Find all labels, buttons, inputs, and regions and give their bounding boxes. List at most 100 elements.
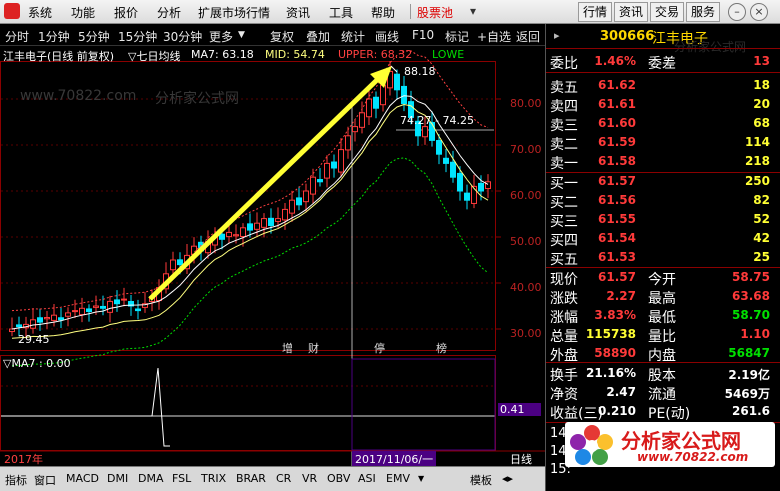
stat-value: 63.68 <box>732 289 770 303</box>
menu-quote[interactable]: 报价 <box>114 4 138 21</box>
stat-value: 58890 <box>594 346 636 360</box>
period-intraday[interactable]: 分时 <box>5 28 29 45</box>
tab-obv[interactable]: OBV <box>327 472 350 485</box>
stat-value: 3.83% <box>594 308 636 322</box>
event-mark-list[interactable]: 榜 <box>436 340 447 356</box>
period-5min[interactable]: 5分钟 <box>78 28 110 45</box>
tab-macd[interactable]: MACD <box>66 472 99 485</box>
menu-function[interactable]: 功能 <box>71 4 95 21</box>
menu-system[interactable]: 系统 <box>28 4 52 21</box>
divider <box>546 72 780 73</box>
candle-body <box>317 179 323 183</box>
service-button[interactable]: 服务 <box>686 2 720 22</box>
candle-body <box>394 73 400 91</box>
minimize-icon[interactable]: – <box>728 3 746 21</box>
menu-analysis[interactable]: 分析 <box>157 4 181 21</box>
tab-brar[interactable]: BRAR <box>236 472 266 485</box>
draw-line-button[interactable]: 画线 <box>375 28 399 45</box>
menu-stock-pool[interactable]: 股票池 <box>417 4 453 21</box>
tab-asi[interactable]: ASI <box>358 472 376 485</box>
back-button[interactable]: 返回 <box>516 28 540 45</box>
tab-template[interactable]: 模板 <box>470 472 492 488</box>
upper-value: UPPER: 68.32 <box>338 48 413 61</box>
bid-volume: 42 <box>753 231 770 245</box>
period-daily-label[interactable]: 日线 <box>510 451 532 467</box>
menu-separator <box>410 4 411 19</box>
ask-label: 卖三 <box>550 118 578 134</box>
stock-pool-dropdown-icon[interactable]: ▾ <box>470 4 476 18</box>
candle-body <box>177 259 183 266</box>
kline-chart[interactable]: 江丰电子(日线 前复权) ▽七日均线 MA7: 63.18 MID: 54.74… <box>0 46 545 467</box>
ask-volume: 68 <box>753 116 770 130</box>
tab-dmi[interactable]: DMI <box>107 472 128 485</box>
ask-price: 61.61 <box>598 97 636 111</box>
tab-trix[interactable]: TRIX <box>201 472 226 485</box>
tab-dma[interactable]: DMA <box>138 472 164 485</box>
restore-rights-button[interactable]: 复权 <box>270 28 294 45</box>
tab-vr[interactable]: VR <box>302 472 317 485</box>
collapse-panel-icon[interactable]: ▸ <box>554 29 560 42</box>
period-15min[interactable]: 15分钟 <box>118 28 157 45</box>
fundamental-value: 21.16% <box>586 366 636 380</box>
indicator-header[interactable]: ▽MA7 : 0.00 <box>3 357 71 370</box>
period-1min[interactable]: 1分钟 <box>38 28 70 45</box>
watermark-text: 分析家公式网 <box>155 91 239 107</box>
more-dropdown-icon[interactable]: ▼ <box>238 30 245 40</box>
lower-value: LOWE <box>432 48 465 61</box>
menu-extended-market[interactable]: 扩展市场行情 <box>198 4 270 21</box>
menu-info[interactable]: 资讯 <box>286 4 310 21</box>
mark-button[interactable]: 标记 <box>445 28 469 45</box>
quote-panel: ▸ 300666 江丰电子 分析家公式网 委比 1.46% 委差 13 卖五 61… <box>545 24 780 491</box>
trade-button[interactable]: 交易 <box>650 2 684 22</box>
candle-body <box>107 300 113 313</box>
candle-body <box>401 85 407 105</box>
statistics-button[interactable]: 统计 <box>341 28 365 45</box>
ask-label: 卖一 <box>550 156 578 172</box>
f10-button[interactable]: F10 <box>412 28 434 42</box>
ask-price: 61.58 <box>598 154 636 168</box>
event-mark-finance[interactable]: 财 <box>308 340 319 356</box>
tabs-scroll-icon[interactable]: ◂▸ <box>502 472 513 485</box>
candle-body <box>114 299 120 305</box>
logo-url: www.70822.com <box>637 450 749 464</box>
ask-price: 61.59 <box>598 135 636 149</box>
candle-body <box>254 222 260 230</box>
tab-window[interactable]: 窗口 <box>34 472 56 488</box>
tab-emv[interactable]: EMV <box>386 472 410 485</box>
overlay-button[interactable]: 叠加 <box>306 28 330 45</box>
chart-canvas[interactable] <box>0 46 545 466</box>
event-mark-suspend[interactable]: 停 <box>374 340 385 356</box>
stock-code: 300666 <box>600 29 655 44</box>
candle-body <box>79 307 85 316</box>
ma-indicator-label[interactable]: ▽七日均线 <box>128 48 180 64</box>
bid-volume: 25 <box>753 250 770 264</box>
event-mark-increase[interactable]: 增 <box>282 340 293 356</box>
quote-button[interactable]: 行情 <box>578 2 612 22</box>
tabs-dropdown-icon[interactable]: ▼ <box>418 474 424 483</box>
menu-tools[interactable]: 工具 <box>329 4 353 21</box>
ask-volume: 18 <box>753 78 770 92</box>
weibi-row: 委比 1.46% 委差 13 <box>550 54 770 72</box>
info-button[interactable]: 资讯 <box>614 2 648 22</box>
bid-price: 61.53 <box>598 250 636 264</box>
stat-row: 涨幅 3.83% 最低 58.70 <box>546 306 776 326</box>
lower-band-line <box>11 157 489 367</box>
candle-body <box>240 227 246 237</box>
period-more[interactable]: 更多 <box>209 28 233 45</box>
indicator-value-badge: 0.41 <box>498 403 541 416</box>
tab-fsl[interactable]: FSL <box>172 472 191 485</box>
tab-cr[interactable]: CR <box>276 472 291 485</box>
price-tick-60: 60.00 <box>510 189 542 202</box>
period-30min[interactable]: 30分钟 <box>163 28 202 45</box>
tab-indicator[interactable]: 指标 <box>5 472 27 488</box>
stat-value: 1.10 <box>740 327 770 341</box>
ask-row: 卖二 61.59 114 <box>546 133 776 153</box>
stat-row: 总量 115738 量比 1.10 <box>546 325 776 345</box>
close-icon[interactable]: × <box>750 3 768 21</box>
menu-help[interactable]: 帮助 <box>371 4 395 21</box>
fundamental-value: 0.210 <box>598 404 636 418</box>
bid-volume: 82 <box>753 193 770 207</box>
ask-volume: 114 <box>744 135 770 149</box>
bid-label: 买五 <box>550 252 578 268</box>
add-favorite-button[interactable]: +自选 <box>477 28 511 45</box>
